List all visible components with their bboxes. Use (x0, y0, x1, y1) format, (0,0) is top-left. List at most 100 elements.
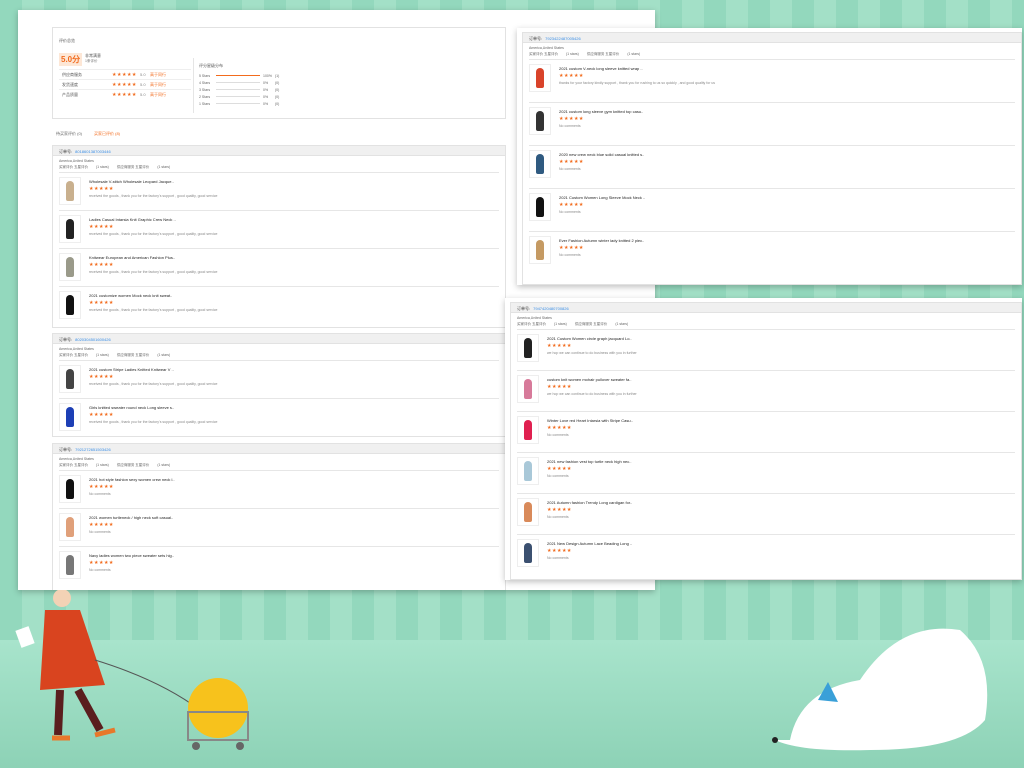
star-rating: ★★★★★ (547, 425, 572, 431)
review-comment: we hop we can continue to do business wi… (547, 392, 637, 396)
review-item: 2021 custom V-neck long sleeve knitted w… (529, 59, 1015, 102)
metric-row: 产品质量 ★★★★★ 5.0 高于同行 (59, 89, 191, 99)
order-meta: America,United States 买家评价 五星评价 (1 stars) 供… (53, 156, 505, 172)
star-rating: ★★★★★ (89, 412, 114, 418)
review-comment: No comments (89, 492, 111, 496)
product-image (66, 479, 74, 499)
product-title[interactable]: Wholesale V-stitch Wholesale Leopard Jac… (89, 179, 217, 184)
product-title[interactable]: 2021 hot style fashion sexy women crew n… (89, 477, 175, 482)
review-comment: we hop we can continue to do business wi… (547, 351, 637, 355)
metric-label: 发货速度 (62, 81, 78, 87)
rating-text: 供应商服务 五星评价 (586, 52, 620, 56)
product-title[interactable]: Winter Love red Heart Intarsia with Stri… (547, 418, 633, 423)
product-thumbnail[interactable] (59, 365, 81, 393)
review-text: 2021 Custom Women Long Sleeve Mock Neck … (559, 193, 645, 227)
product-image (66, 555, 74, 575)
product-thumbnail[interactable] (517, 334, 539, 362)
order-number[interactable]: 7947420480700826 (533, 306, 569, 311)
order-number[interactable]: 7921272651503426 (75, 447, 111, 452)
compare-link[interactable]: 高于同行 (150, 72, 166, 78)
distribution-row: 2 Stars 0% (0) (199, 93, 279, 100)
product-thumbnail[interactable] (59, 215, 81, 243)
review-comment: No comments (559, 253, 581, 257)
order-meta: America,United States 买家评价 五星评价 (1 stars) 供… (53, 454, 505, 470)
distribution-row: 1 Stars 0% (0) (199, 100, 279, 107)
product-title[interactable]: Girls knitted sweater round neck Long sl… (89, 405, 217, 410)
percent: 0% (263, 80, 269, 85)
rating-text: (1 stars) (157, 165, 171, 169)
product-thumbnail[interactable] (59, 403, 81, 431)
order-meta: America,United States 买家评价 五星评价 (1 stars) 供… (53, 344, 505, 360)
product-thumbnail[interactable] (517, 498, 539, 526)
product-title[interactable]: 2021 Autumn fashion Trendy Long cardigan… (547, 500, 632, 505)
star-level: 3 Stars (199, 87, 211, 92)
order-number[interactable]: 8018601387003446 (75, 149, 111, 154)
metrics-list: 供应商服务 ★★★★★ 5.0 高于同行 发货速度 ★★★★★ 5.0 高于同行 产品质量 ★★★… (59, 69, 191, 99)
order-label: 订单号: (59, 337, 73, 342)
rating-text: (1 stars) (627, 52, 641, 56)
product-title[interactable]: Ever Fashion Autumn winter lady knitted … (559, 238, 644, 243)
order-number[interactable]: 8020304501600426 (75, 337, 111, 342)
product-title[interactable]: Knitwear European and American Fashion P… (89, 255, 217, 260)
product-thumbnail[interactable] (59, 177, 81, 205)
star-rating: ★★★★★ (89, 374, 114, 380)
progress-bar (216, 74, 260, 77)
product-title[interactable]: custom knit women mohair pullover sweate… (547, 377, 637, 382)
product-title[interactable]: 2021 new fashion vest top turtle neck hi… (547, 459, 632, 464)
order-review-block: 订单号: 8020304501600426 America,United State… (52, 333, 506, 437)
distribution-title: 评分星级分布 (199, 63, 223, 68)
product-thumbnail[interactable] (529, 236, 551, 264)
product-image (66, 295, 74, 315)
rating-text: (1 stars) (553, 322, 567, 326)
review-item: Girls knitted sweater round neck Long sl… (59, 398, 499, 436)
progress-bar (216, 81, 260, 84)
product-title[interactable]: 2021 women turtleneck / high neck soft c… (89, 515, 173, 520)
review-text: 2021 custom Stripe Ladies Knitted Knitwe… (89, 365, 217, 394)
rating-line: 买家评价 五星评价 (1 stars) 供应商服务 五星评价 (1 stars) (59, 462, 499, 468)
product-thumbnail[interactable] (517, 416, 539, 444)
product-title[interactable]: 2021 Custom Women circle graph jacquard … (547, 336, 637, 341)
product-thumbnail[interactable] (59, 291, 81, 319)
product-title[interactable]: 2021 customize women Mock neck knit swea… (89, 293, 217, 298)
product-thumbnail[interactable] (529, 64, 551, 92)
product-title[interactable]: 2021 Custom Women Long Sleeve Mock Neck … (559, 195, 645, 200)
tab-pending[interactable]: 待买家评价 (0) (56, 131, 82, 137)
review-item: Ever Fashion Autumn winter lady knitted … (529, 231, 1015, 274)
review-comment: No comments (89, 530, 111, 534)
product-title[interactable]: 2020 new crew neck blue solid casual kni… (559, 152, 644, 157)
star-rating: ★★★★★ (547, 384, 572, 390)
product-thumbnail[interactable] (59, 253, 81, 281)
product-title[interactable]: Ladies Casual Intarsia Knit Graphic Crew… (89, 217, 217, 222)
product-thumbnail[interactable] (59, 513, 81, 541)
review-comment: No comments (89, 568, 111, 572)
product-thumbnail[interactable] (517, 457, 539, 485)
product-image (524, 420, 532, 440)
review-item: 2021 Custom Women circle graph jacquard … (517, 329, 1015, 370)
metric-row: 发货速度 ★★★★★ 5.0 高于同行 (59, 79, 191, 89)
review-text: Girls knitted sweater round neck Long sl… (89, 403, 217, 432)
compare-link[interactable]: 高于同行 (150, 82, 166, 88)
product-thumbnail[interactable] (517, 539, 539, 567)
product-thumbnail[interactable] (59, 551, 81, 579)
product-image (524, 543, 532, 563)
product-title[interactable]: Navy ladies women two piece sweater sets… (89, 553, 174, 558)
order-number[interactable]: 7923422487005426 (545, 36, 581, 41)
rating-text: 供应商服务 五星评价 (116, 353, 150, 357)
product-thumbnail[interactable] (517, 375, 539, 403)
product-title[interactable]: 2021 New Design Autumn Lace Beading Long… (547, 541, 632, 546)
review-summary: 评价总览 5.0分 非常满意 1条评价 供应商服务 ★★★★★ 5.0 高于同行 发货速… (52, 27, 506, 119)
compare-link[interactable]: 高于同行 (150, 92, 166, 98)
product-title[interactable]: 2021 custom long sleeve gym knitted top … (559, 109, 643, 114)
product-title[interactable]: 2021 custom Stripe Ladies Knitted Knitwe… (89, 367, 217, 372)
rating-line: 买家评价 五星评价 (1 stars) 供应商服务 五星评价 (1 stars) (59, 352, 499, 358)
tab-reviewed[interactable]: 买家已评价 (8) (94, 131, 120, 137)
review-item: 2021 New Design Autumn Lace Beading Long… (517, 534, 1015, 575)
product-thumbnail[interactable] (529, 193, 551, 221)
metric-value: 5.0 (140, 82, 146, 87)
product-thumbnail[interactable] (529, 150, 551, 178)
product-image (66, 257, 74, 277)
product-thumbnail[interactable] (59, 475, 81, 503)
product-title[interactable]: 2021 custom V-neck long sleeve knitted w… (559, 66, 715, 71)
product-thumbnail[interactable] (529, 107, 551, 135)
star-rating: ★★★★★ (559, 202, 584, 208)
